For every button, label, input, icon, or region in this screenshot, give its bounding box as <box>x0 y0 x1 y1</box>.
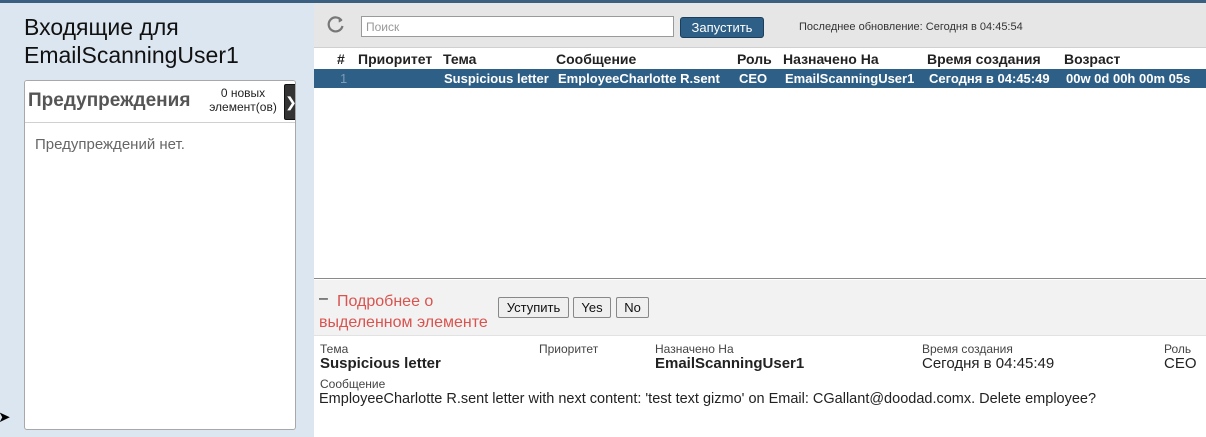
role-value: CEO <box>1164 355 1197 372</box>
inbox-table: # Приоритет Тема Сообщение Роль Назначен… <box>314 48 1206 279</box>
search-input[interactable] <box>361 16 674 37</box>
yield-button[interactable]: Уступить <box>498 297 569 318</box>
row-subject: Suspicious letter <box>444 71 549 86</box>
subject-value: Suspicious letter <box>320 355 441 372</box>
role-label: Роль <box>1164 342 1192 356</box>
alerts-new-count: 0 новых элемент(ов) <box>209 86 277 114</box>
row-message: EmployeeCharlotte R.sent <box>558 71 720 86</box>
table-row[interactable]: 1 Suspicious letter EmployeeCharlotte R.… <box>314 69 1206 88</box>
row-role: CEO <box>739 71 768 86</box>
message-value: EmployeeCharlotte R.sent letter with nex… <box>319 391 1097 407</box>
chevron-right-icon[interactable]: ❯ <box>284 84 295 120</box>
detail-panel: – Подробнее о выделенном элементе Уступи… <box>314 280 1206 437</box>
subject-label: Тема <box>320 342 349 356</box>
run-button[interactable]: Запустить <box>680 17 764 38</box>
last-updated-text: Последнее обновление: Сегодня в 04:45:54 <box>799 21 1023 33</box>
arrow-right-icon[interactable]: ➤ <box>0 408 11 426</box>
row-assigned: EmailScanningUser1 <box>785 71 915 86</box>
column-header-age[interactable]: Возраст <box>1064 51 1120 67</box>
message-label: Сообщение <box>320 377 386 391</box>
column-header-message[interactable]: Сообщение <box>556 51 636 67</box>
no-button[interactable]: No <box>616 297 649 318</box>
row-age: 00w 0d 00h 00m 05s <box>1066 71 1191 86</box>
table-header: # Приоритет Тема Сообщение Роль Назначен… <box>314 51 1206 69</box>
yes-button[interactable]: Yes <box>573 297 611 318</box>
assigned-value: EmailScanningUser1 <box>655 355 805 372</box>
column-header-created[interactable]: Время создания <box>927 51 1041 67</box>
alerts-empty-message: Предупреждений нет. <box>35 136 185 153</box>
detail-header: – Подробнее о выделенном элементе Уступи… <box>314 280 1206 336</box>
column-header-assigned[interactable]: Назначено На <box>783 51 879 67</box>
priority-label: Приоритет <box>539 342 599 356</box>
column-header-number[interactable]: # <box>337 51 345 67</box>
detail-title: Подробнее о выделенном элементе <box>319 293 488 331</box>
column-header-subject[interactable]: Тема <box>443 51 476 67</box>
alerts-title: Предупреждения <box>28 90 191 111</box>
row-number: 1 <box>340 71 348 86</box>
refresh-icon[interactable] <box>326 14 346 34</box>
inbox-title: Входящие для EmailScanningUser1 <box>24 14 239 68</box>
toolbar: Запустить Последнее обновление: Сегодня … <box>314 3 1206 48</box>
assigned-label: Назначено На <box>655 342 734 356</box>
alerts-panel: Предупреждения 0 новых элемент(ов) ❯ Пре… <box>24 80 296 430</box>
column-header-priority[interactable]: Приоритет <box>358 51 432 67</box>
row-created: Сегодня в 04:45:49 <box>929 71 1050 86</box>
left-sidebar: Входящие для EmailScanningUser1 Предупре… <box>0 3 314 437</box>
alerts-header: Предупреждения 0 новых элемент(ов) ❯ <box>25 81 295 123</box>
column-header-role[interactable]: Роль <box>737 51 772 67</box>
created-label: Время создания <box>922 342 1013 356</box>
created-value: Сегодня в 04:45:49 <box>922 355 1055 372</box>
